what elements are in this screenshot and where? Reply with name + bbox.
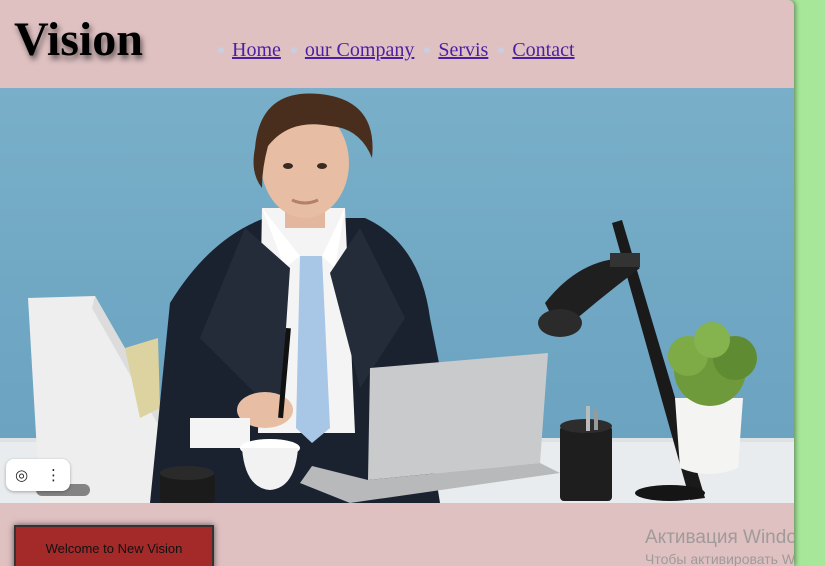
- camera-icon[interactable]: ◎: [15, 466, 28, 484]
- nav-link-company[interactable]: our Company: [305, 37, 414, 63]
- hero-image: [0, 88, 794, 503]
- bullet-icon: [498, 47, 505, 53]
- hero-illustration: [0, 93, 794, 503]
- page: Vision Home our Company Servis Contact ◎…: [0, 0, 794, 566]
- nav-item-servis: Servis: [424, 37, 498, 63]
- bullet-icon: [424, 47, 431, 53]
- nav-link-home[interactable]: Home: [232, 37, 281, 63]
- image-toolbar: ◎ ⋮: [6, 459, 70, 491]
- nav-link-servis[interactable]: Servis: [438, 37, 488, 63]
- welcome-button[interactable]: Welcome to New Vision: [14, 525, 214, 566]
- nav-link-contact[interactable]: Contact: [512, 37, 574, 63]
- nav-item-contact: Contact: [498, 37, 575, 63]
- nav-item-home: Home: [218, 37, 291, 63]
- activation-title: Активация Windows: [645, 527, 794, 548]
- header: Vision Home our Company Servis Contact: [0, 0, 794, 88]
- logo: Vision: [14, 13, 143, 66]
- bullet-icon: [218, 47, 224, 53]
- activation-subtitle: Чтобы активировать Windows: [645, 551, 794, 566]
- bullet-icon: [290, 47, 297, 53]
- main-nav: Home our Company Servis Contact: [218, 37, 575, 63]
- windows-activation-watermark: Активация Windows Чтобы активировать Win…: [645, 526, 794, 566]
- nav-item-company: our Company: [290, 37, 424, 63]
- more-vertical-icon[interactable]: ⋮: [46, 466, 61, 484]
